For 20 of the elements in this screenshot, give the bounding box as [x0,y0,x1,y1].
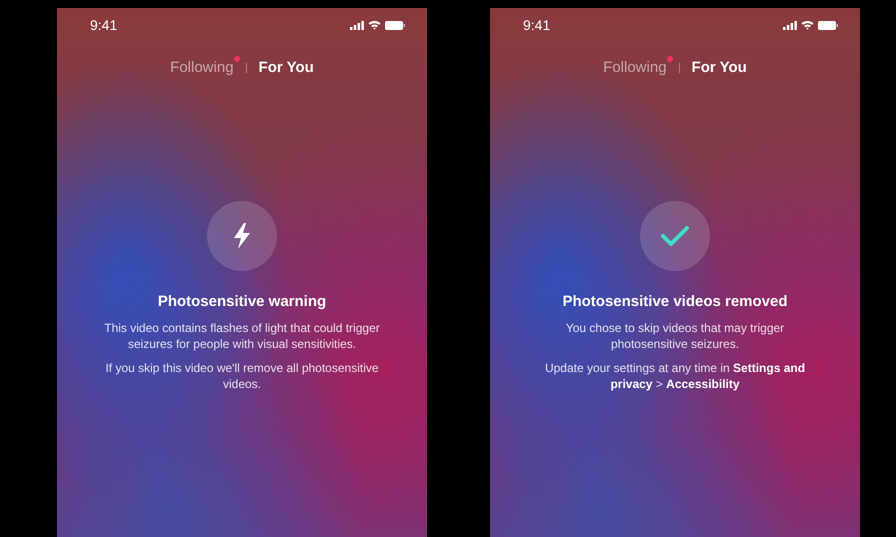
battery-icon [818,20,838,30]
status-time: 9:41 [523,17,550,33]
dialog-message: If you skip this video we'll remove all photosensitive videos. [104,360,380,392]
dialog-message: This video contains flashes of light that could trigger seizures for people with visual sensitivities. [103,320,381,352]
feed-tab[interactable]: Following [166,57,238,78]
dialog-message: You chose to skip videos that may trigger photosensitive seizures. [564,320,786,352]
signal-icon [783,20,797,30]
dialog-title: Photosensitive videos removed [562,293,788,310]
wifi-icon [801,20,814,30]
feed-tab[interactable]: For You [254,57,318,78]
status-time: 9:41 [90,17,118,33]
battery-icon [385,20,405,30]
signal-icon [350,20,364,30]
check-icon [661,226,689,246]
feed-tab[interactable]: Following [599,57,671,78]
lightning-bolt-icon [233,223,251,249]
dialog-title: Photosensitive warning [158,293,326,310]
wifi-icon [368,20,381,30]
dialog-message: Update your settings at any time in Settings and privacy > Accessibility [544,360,806,392]
feed-tab[interactable]: For You [688,57,751,78]
